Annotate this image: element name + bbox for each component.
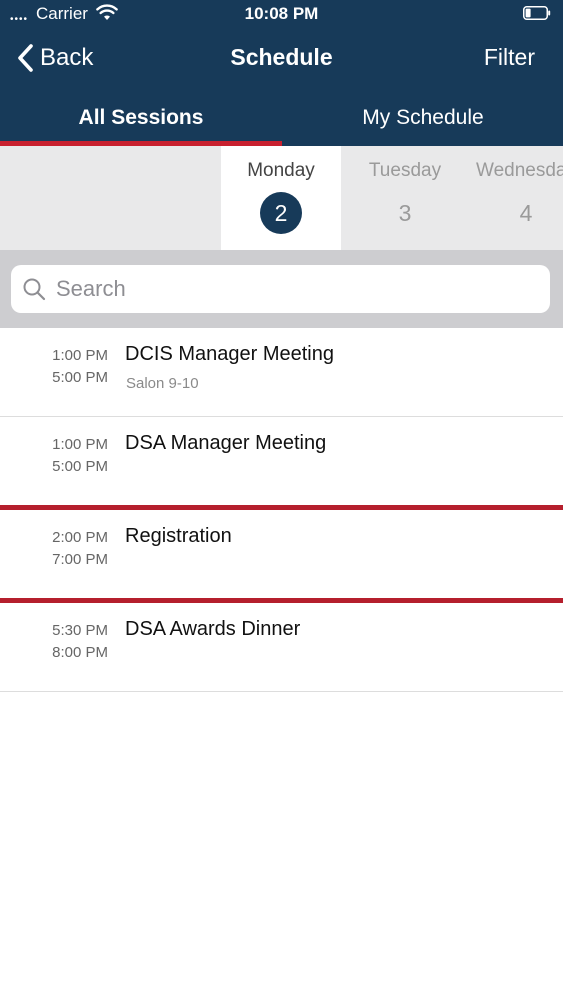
search-box[interactable] — [11, 265, 550, 313]
search-icon — [23, 278, 46, 301]
session-title: Registration — [125, 525, 232, 547]
day-tuesday[interactable]: Tuesday 3 — [345, 146, 465, 250]
session-list: 1:00 PM 5:00 PM DCIS Manager Meeting Sal… — [0, 328, 563, 692]
session-start-time: 1:00 PM — [52, 347, 108, 364]
session-times: 1:00 PM 5:00 PM — [0, 434, 108, 478]
day-wednesday[interactable]: Wednesday 4 — [466, 146, 563, 250]
session-title: DSA Manager Meeting — [125, 432, 327, 454]
session-row[interactable]: 1:00 PM 5:00 PM DSA Manager Meeting — [0, 417, 563, 510]
day-number: 3 — [398, 200, 412, 226]
session-location: Salon 9-10 — [126, 375, 199, 392]
day-name: Tuesday — [368, 160, 442, 181]
session-end-time: 7:00 PM — [52, 551, 108, 568]
session-times: 1:00 PM 5:00 PM — [0, 345, 108, 389]
status-bar: •••• Carrier 10:08 PM — [0, 0, 563, 30]
session-times: 2:00 PM 7:00 PM — [0, 527, 108, 571]
day-number: 2 — [260, 192, 302, 234]
back-label: Back — [40, 44, 94, 71]
session-start-time: 1:00 PM — [52, 436, 108, 453]
app-header: •••• Carrier 10:08 PM Back Schedule Filt… — [0, 0, 563, 146]
session-start-time: 5:30 PM — [52, 622, 108, 639]
session-row[interactable]: 5:30 PM 8:00 PM DSA Awards Dinner — [0, 603, 563, 692]
day-number: 4 — [519, 200, 533, 226]
session-start-time: 2:00 PM — [52, 529, 108, 546]
session-title: DCIS Manager Meeting — [125, 343, 334, 365]
status-time: 10:08 PM — [244, 4, 319, 23]
session-title: DSA Awards Dinner — [125, 618, 301, 640]
back-button[interactable]: Back — [16, 42, 93, 74]
session-times: 5:30 PM 8:00 PM — [0, 620, 108, 664]
day-monday[interactable]: Monday 2 — [221, 146, 341, 250]
battery-icon — [523, 6, 551, 20]
day-name: Monday — [247, 160, 315, 181]
tab-all-sessions[interactable]: All Sessions — [0, 96, 282, 146]
filter-button[interactable]: Filter — [484, 44, 535, 71]
chevron-left-icon — [18, 44, 33, 72]
search-bar — [0, 250, 563, 328]
session-end-time: 5:00 PM — [52, 369, 108, 386]
tab-my-schedule[interactable]: My Schedule — [282, 96, 563, 146]
nav-bar: Back Schedule Filter — [0, 30, 563, 90]
session-row[interactable]: 1:00 PM 5:00 PM DCIS Manager Meeting Sal… — [0, 328, 563, 417]
session-end-time: 5:00 PM — [52, 458, 108, 475]
session-end-time: 8:00 PM — [52, 644, 108, 661]
search-input[interactable] — [54, 275, 528, 303]
session-row[interactable]: 2:00 PM 7:00 PM Registration — [0, 510, 563, 603]
day-name: Wednesday — [476, 160, 563, 181]
day-selector: Monday 2 Tuesday 3 Wednesday 4 — [0, 146, 563, 250]
tab-bar: All Sessions My Schedule — [0, 96, 563, 146]
